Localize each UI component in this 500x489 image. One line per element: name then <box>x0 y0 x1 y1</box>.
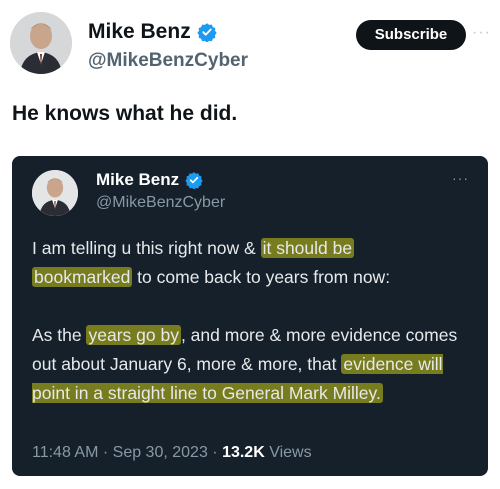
quoted-author-handle[interactable]: @MikeBenzCyber <box>96 194 225 212</box>
highlighted-text: it should be <box>260 238 355 258</box>
highlighted-text: years go by <box>86 325 181 345</box>
more-options-icon[interactable]: ··· <box>452 170 469 186</box>
avatar[interactable] <box>10 12 72 74</box>
more-options-icon[interactable]: ··· <box>472 24 491 42</box>
quoted-avatar[interactable] <box>32 170 78 216</box>
subscribe-button[interactable]: Subscribe <box>356 20 466 50</box>
tweet-time[interactable]: 11:48 AM <box>32 444 98 461</box>
verified-badge-icon <box>197 23 217 42</box>
views-count: 13.2K <box>222 444 265 461</box>
quoted-author-name-text: Mike Benz <box>96 170 180 189</box>
avatar-image <box>10 12 72 74</box>
tweet-metadata: 11:48 AM · Sep 30, 2023 · 13.2K Views <box>32 444 312 462</box>
text-segment: As the <box>32 325 87 345</box>
paragraph-1: I am telling u this right now & it shoul… <box>32 234 472 292</box>
author-name-text: Mike Benz <box>88 20 191 43</box>
paragraph-2: As the years go by, and more & more evid… <box>32 321 472 408</box>
verified-badge-icon <box>185 172 203 189</box>
separator: · <box>207 444 223 461</box>
quoted-avatar-image <box>32 170 78 216</box>
text-segment: to come back to years from now: <box>132 267 391 287</box>
separator: · <box>98 444 113 461</box>
quoted-tweet-card[interactable]: Mike Benz @MikeBenzCyber ··· I am tellin… <box>12 156 488 476</box>
quoted-author-name[interactable]: Mike Benz <box>96 170 203 190</box>
author-name[interactable]: Mike Benz <box>88 20 217 44</box>
views-label: Views <box>269 444 312 461</box>
highlighted-text: bookmarked <box>32 267 133 287</box>
outer-tweet-header: Mike Benz @MikeBenzCyber Subscribe ··· <box>10 12 490 74</box>
author-handle[interactable]: @MikeBenzCyber <box>88 50 248 72</box>
tweet-date[interactable]: Sep 30, 2023 <box>113 444 208 461</box>
text-segment: I am telling u this right now & <box>32 238 261 258</box>
quoted-tweet-text: I am telling u this right now & it shoul… <box>32 234 472 437</box>
tweet-text: He knows what he did. <box>12 102 238 125</box>
